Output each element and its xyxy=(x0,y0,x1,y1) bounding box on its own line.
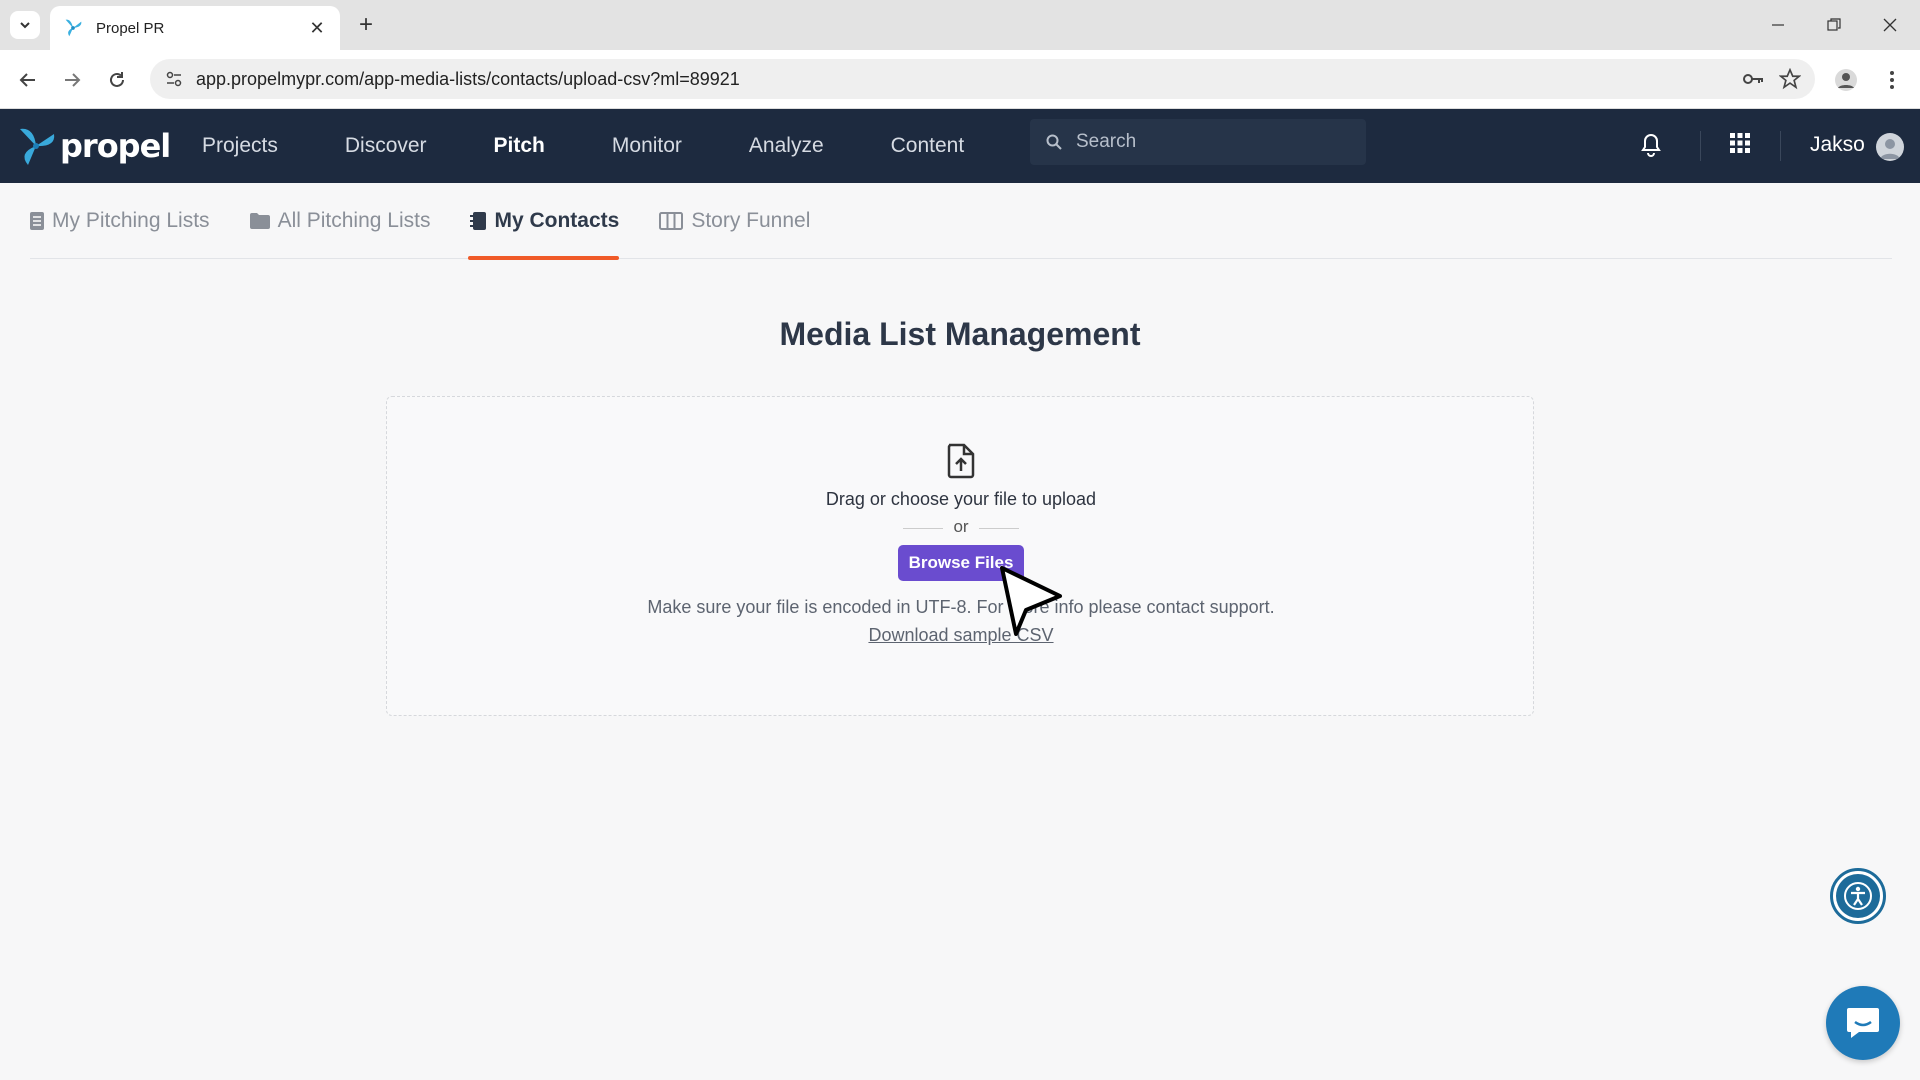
nav-monitor[interactable]: Monitor xyxy=(612,134,682,158)
tab-label: My Contacts xyxy=(494,208,620,232)
star-icon[interactable] xyxy=(1779,68,1801,90)
forward-button[interactable] xyxy=(56,64,88,96)
file-dropzone[interactable]: Drag or choose your file to upload or Br… xyxy=(386,396,1534,716)
browser-menu-button[interactable] xyxy=(1876,64,1908,96)
columns-icon xyxy=(659,211,684,230)
main-nav: Projects Discover Pitch Monitor Analyze … xyxy=(202,109,1031,183)
propel-logo[interactable]: propel xyxy=(14,125,171,167)
address-bar[interactable]: app.propelmypr.com/app-media-lists/conta… xyxy=(150,59,1815,99)
accessibility-icon xyxy=(1836,874,1880,918)
nav-content[interactable]: Content xyxy=(891,134,965,158)
arrow-right-icon xyxy=(65,73,81,87)
dropzone-or-divider: or xyxy=(387,517,1535,537)
tab-story-funnel[interactable]: Story Funnel xyxy=(659,183,810,259)
profile-icon xyxy=(1835,69,1857,91)
header-divider xyxy=(1780,131,1781,161)
nav-analyze[interactable]: Analyze xyxy=(749,134,824,158)
tab-all-pitching-lists[interactable]: All Pitching Lists xyxy=(249,183,431,259)
reload-button[interactable] xyxy=(101,64,133,96)
browser-tab[interactable]: Propel PR ✕ xyxy=(50,6,340,50)
tab-search-dropdown[interactable] xyxy=(10,11,40,39)
apps-grid-icon[interactable] xyxy=(1730,133,1750,158)
user-name[interactable]: Jakso xyxy=(1810,133,1865,157)
back-button[interactable] xyxy=(12,64,44,96)
folder-icon xyxy=(249,212,270,229)
key-icon[interactable] xyxy=(1741,67,1765,91)
address-book-icon xyxy=(470,211,487,230)
propel-logo-icon xyxy=(20,128,55,165)
search-input[interactable] xyxy=(1076,131,1336,153)
browser-tabbar: Propel PR ✕ + xyxy=(0,0,1920,50)
header-divider xyxy=(1700,131,1701,161)
search-box xyxy=(1030,119,1366,165)
accessibility-button[interactable] xyxy=(1830,868,1886,924)
tab-my-contacts[interactable]: My Contacts xyxy=(468,183,620,260)
mouse-cursor-icon xyxy=(1000,566,1064,641)
reload-icon xyxy=(110,72,124,87)
search-icon xyxy=(1046,134,1062,150)
dropzone-instruction: Drag or choose your file to upload xyxy=(825,489,1097,509)
browser-toolbar: app.propelmypr.com/app-media-lists/conta… xyxy=(0,50,1920,109)
arrow-left-icon xyxy=(19,73,35,87)
minimize-icon xyxy=(1772,24,1784,26)
user-avatar-icon xyxy=(1880,139,1900,159)
chat-widget-button[interactable] xyxy=(1826,986,1900,1060)
browser-profile-button[interactable] xyxy=(1830,64,1862,96)
new-tab-button[interactable]: + xyxy=(352,12,380,38)
file-upload-icon xyxy=(946,443,976,484)
url-text: app.propelmypr.com/app-media-lists/conta… xyxy=(196,68,740,89)
nav-pitch[interactable]: Pitch xyxy=(494,134,545,158)
page-title: Media List Management xyxy=(779,316,1141,352)
list-icon xyxy=(30,211,44,230)
tab-close-icon[interactable]: ✕ xyxy=(306,18,328,39)
tab-title: Propel PR xyxy=(96,19,165,37)
tab-my-pitching-lists[interactable]: My Pitching Lists xyxy=(30,183,210,259)
tab-label: My Pitching Lists xyxy=(52,208,210,232)
tab-label: All Pitching Lists xyxy=(277,208,431,232)
nav-discover[interactable]: Discover xyxy=(345,134,427,158)
kebab-menu-icon xyxy=(1890,71,1894,89)
chevron-down-icon xyxy=(20,22,30,29)
pitch-subnav: My Pitching Lists All Pitching Lists My … xyxy=(30,183,1892,260)
restore-icon xyxy=(1827,18,1841,31)
encoding-note: Make sure your file is encoded in UTF-8.… xyxy=(647,597,1275,617)
app-header: propel Projects Discover Pitch Monitor A… xyxy=(0,109,1920,183)
tab-label: Story Funnel xyxy=(691,208,811,232)
minimize-button[interactable] xyxy=(1758,10,1798,40)
close-window-button[interactable] xyxy=(1870,10,1910,40)
chat-bubble-icon xyxy=(1847,1008,1879,1038)
logo-text: propel xyxy=(60,127,171,165)
site-info-icon[interactable] xyxy=(156,61,192,97)
notifications-bell-icon[interactable] xyxy=(1640,133,1662,162)
restore-button[interactable] xyxy=(1814,10,1854,40)
avatar[interactable] xyxy=(1876,133,1904,161)
propel-favicon-icon xyxy=(65,19,82,37)
nav-projects[interactable]: Projects xyxy=(202,134,278,158)
close-icon xyxy=(1883,18,1897,32)
